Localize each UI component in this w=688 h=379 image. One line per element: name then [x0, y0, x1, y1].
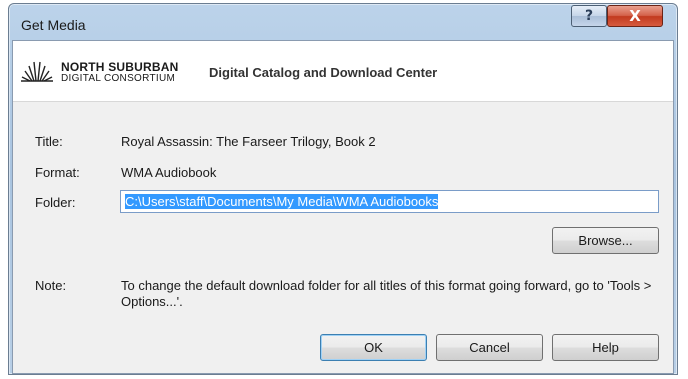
header-banner: NORTH SUBURBAN DIGITAL CONSORTIUM Digita… [13, 41, 673, 102]
folder-input[interactable]: C:\Users\staff\Documents\My Media\WMA Au… [120, 190, 659, 213]
logo-text-north-suburban: NORTH SUBURBAN [61, 60, 179, 74]
close-button[interactable]: X [607, 5, 663, 27]
close-icon: X [629, 7, 641, 25]
note-label: Note: [35, 278, 67, 293]
format-value: WMA Audiobook [121, 165, 217, 180]
format-label: Format: [35, 165, 80, 180]
help-button[interactable]: Help [552, 334, 659, 361]
dialog-body: NORTH SUBURBAN DIGITAL CONSORTIUM Digita… [12, 40, 674, 374]
browse-button[interactable]: Browse... [552, 227, 659, 254]
title-label: Title: [35, 134, 63, 149]
folder-label: Folder: [35, 195, 76, 210]
consortium-logo-icon [21, 61, 53, 82]
banner-heading: Digital Catalog and Download Center [209, 65, 438, 80]
logo-text-digital-consortium: DIGITAL CONSORTIUM [61, 73, 176, 84]
ok-button[interactable]: OK [320, 334, 427, 361]
help-title-button[interactable]: ? [571, 5, 607, 27]
title-bar[interactable]: Get Media ? X [9, 4, 677, 40]
title-value: Royal Assassin: The Farseer Trilogy, Boo… [121, 134, 376, 149]
cancel-button[interactable]: Cancel [436, 334, 543, 361]
note-text: To change the default download folder fo… [121, 278, 652, 309]
window-title: Get Media [21, 17, 86, 33]
get-media-dialog: Get Media ? X NORTH SUBURBAN DIGITAL CON… [8, 3, 678, 375]
folder-input-selected-text: C:\Users\staff\Documents\My Media\WMA Au… [125, 194, 439, 209]
question-mark-icon: ? [584, 8, 594, 24]
